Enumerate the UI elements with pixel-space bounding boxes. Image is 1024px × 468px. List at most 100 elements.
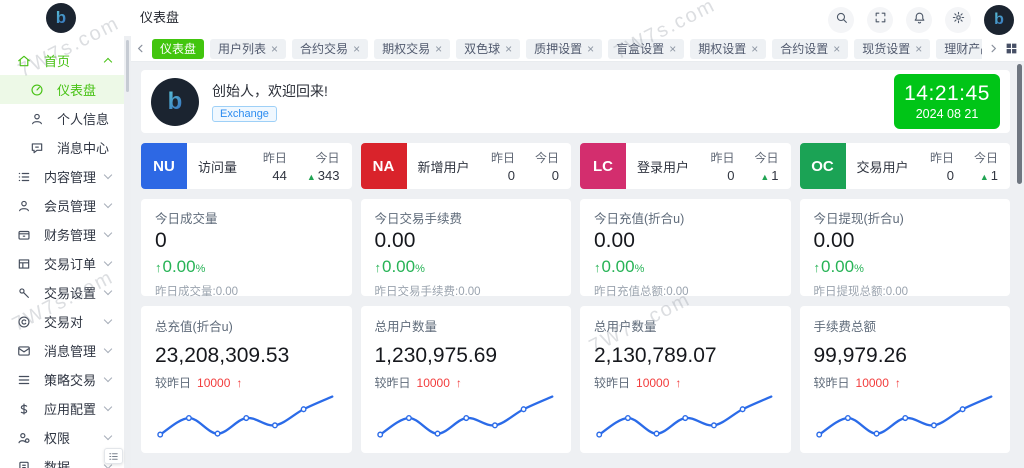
tabs-scroll-right-icon[interactable] [988,43,999,54]
stat-label: 交易用户 [857,157,909,176]
total-card-value: 99,979.26 [814,344,997,368]
stat-label: 新增用户 [418,157,470,176]
total-card-title: 总用户数量 [594,316,777,335]
today-card-title: 今日提现(折合u) [814,208,997,227]
brand-logo-letter: b [56,8,66,28]
bell-button[interactable] [906,7,932,33]
tab[interactable]: 盲盒设置 × [608,39,684,59]
sidebar-item[interactable]: 消息管理 [0,336,124,365]
total-card[interactable]: 总充值(折合u) 23,208,309.53 较昨日 10000 ↑ [141,306,352,453]
chevron-icon [104,259,114,269]
fullscreen-button[interactable] [867,7,893,33]
tab[interactable]: 理财产品 × [936,39,982,59]
sidebar-item[interactable]: 个人信息 [0,104,124,133]
tab-close-icon[interactable]: × [915,43,922,55]
sidebar-item[interactable]: 财务管理 [0,220,124,249]
sidebar-item[interactable]: 策略交易 [0,365,124,394]
tab[interactable]: 双色球 × [456,39,520,59]
tab-close-icon[interactable]: × [587,43,594,55]
red-up-arrow-icon: ↑ [675,376,681,390]
tab[interactable]: 期权设置 × [690,39,766,59]
today-card-title: 今日成交量 [155,208,338,227]
up-arrow-icon: ↑ [155,260,162,275]
sidebar-scroll-thumb[interactable] [126,40,129,92]
stat-card[interactable]: LC 登录用户 昨日 0 今日 ▲1 [580,143,791,189]
total-card-value: 23,208,309.53 [155,344,338,368]
sidebar-item[interactable]: 内容管理 [0,162,124,191]
today-card-value: 0.00 [375,229,558,253]
tab-close-icon[interactable]: × [353,43,360,55]
today-card-title: 今日充值(折合u) [594,208,777,227]
sidebar-item-label: 交易对 [44,312,83,331]
tab[interactable]: 期权交易 × [374,39,450,59]
tab[interactable]: 质押设置 × [526,39,602,59]
total-card[interactable]: 总用户数量 1,230,975.69 较昨日 10000 ↑ [361,306,572,453]
today-card[interactable]: 今日成交量 0 ↑0.00% 昨日成交量:0.00 [141,199,352,296]
sidebar-item[interactable]: 消息中心 [0,133,124,162]
sidebar-item[interactable]: 首页 [0,46,124,75]
tab-bar: 仪表盘 用户列表 × 合约交易 × 期权交易 × 双色球 [131,36,1024,62]
sidebar-item[interactable]: 交易订单 [0,249,124,278]
tab[interactable]: 合约交易 × [292,39,368,59]
clock-time: 14:21:45 [904,82,990,106]
chevron-icon [104,56,114,66]
up-triangle-icon: ▲ [760,172,769,182]
tab[interactable]: 用户列表 × [210,39,286,59]
sidebar-collapse-button[interactable] [104,448,123,464]
stat-card[interactable]: NU 访问量 昨日 44 今日 ▲343 [141,143,352,189]
tabs-menu-grid-icon[interactable] [1005,42,1018,55]
content: b 创始人，欢迎回来! Exchange 14:21:45 2024 08 21… [131,62,1024,453]
stat-card[interactable]: OC 交易用户 昨日 0 今日 ▲1 [800,143,1011,189]
sidebar-item[interactable]: 交易对 [0,307,124,336]
collapse-icon [108,451,119,462]
chevron-icon [104,317,114,327]
tab-close-icon[interactable]: × [505,43,512,55]
chevron-icon [104,433,114,443]
tab-close-icon[interactable]: × [271,43,278,55]
sidebar-item-label: 交易订单 [44,254,96,273]
table-icon [17,257,31,271]
today-card-subtext: 昨日提现总额:0.00 [814,283,997,299]
sidebar-item-label: 策略交易 [44,370,96,389]
clock-widget: 14:21:45 2024 08 21 [894,74,1000,129]
search-button[interactable] [828,7,854,33]
compare-label: 较昨日 [814,374,850,391]
gear-icon [952,11,965,29]
tab-close-icon[interactable]: × [435,43,442,55]
total-card[interactable]: 总用户数量 2,130,789.07 较昨日 10000 ↑ [580,306,791,453]
sparkline-chart [375,391,558,447]
brand-logo[interactable]: b [46,3,76,33]
dashboard-icon [30,83,44,97]
today-card[interactable]: 今日充值(折合u) 0.00 ↑0.00% 昨日充值总额:0.00 [580,199,791,296]
tab[interactable]: 仪表盘 [152,39,204,59]
tabs-scroll: 仪表盘 用户列表 × 合约交易 × 期权交易 × 双色球 [152,39,982,59]
sidebar-item-label: 权限 [44,428,70,447]
sidebar-item[interactable]: 应用配置 [0,394,124,423]
tab[interactable]: 合约设置 × [772,39,848,59]
tabs-scroll-left-icon[interactable] [135,43,146,54]
stat-yesterday-value: 44 [263,168,287,183]
sidebar-item[interactable]: 交易设置 [0,278,124,307]
stat-card[interactable]: NA 新增用户 昨日 0 今日 ▲0 [361,143,572,189]
gear-button[interactable] [945,7,971,33]
user-avatar[interactable]: b [984,5,1014,35]
today-card[interactable]: 今日交易手续费 0.00 ↑0.00% 昨日交易手续费:0.00 [361,199,572,296]
tab-close-icon[interactable]: × [669,43,676,55]
stat-yesterday-value: 0 [491,168,515,183]
total-card[interactable]: 手续费总额 99,979.26 较昨日 10000 ↑ [800,306,1011,453]
tab[interactable]: 现货设置 × [854,39,930,59]
exchange-tag[interactable]: Exchange [212,106,277,122]
tab-close-icon[interactable]: × [751,43,758,55]
stat-yesterday-label: 昨日 [710,149,734,166]
percent-suffix: % [415,263,425,275]
today-card-percent: 0.00 [163,257,196,276]
tab-close-icon[interactable]: × [833,43,840,55]
sidebar: 首页 仪表盘 个人信息 消息中心 内容管理 [0,36,124,468]
page-scrollbar-thumb[interactable] [1017,64,1022,184]
sidebar-item[interactable]: 仪表盘 [0,75,124,104]
today-card-value: 0.00 [594,229,777,253]
sidebar-item-label: 内容管理 [44,167,96,186]
today-card[interactable]: 今日提现(折合u) 0.00 ↑0.00% 昨日提现总额:0.00 [800,199,1011,296]
sidebar-item[interactable]: 会员管理 [0,191,124,220]
mail-icon [17,344,31,358]
